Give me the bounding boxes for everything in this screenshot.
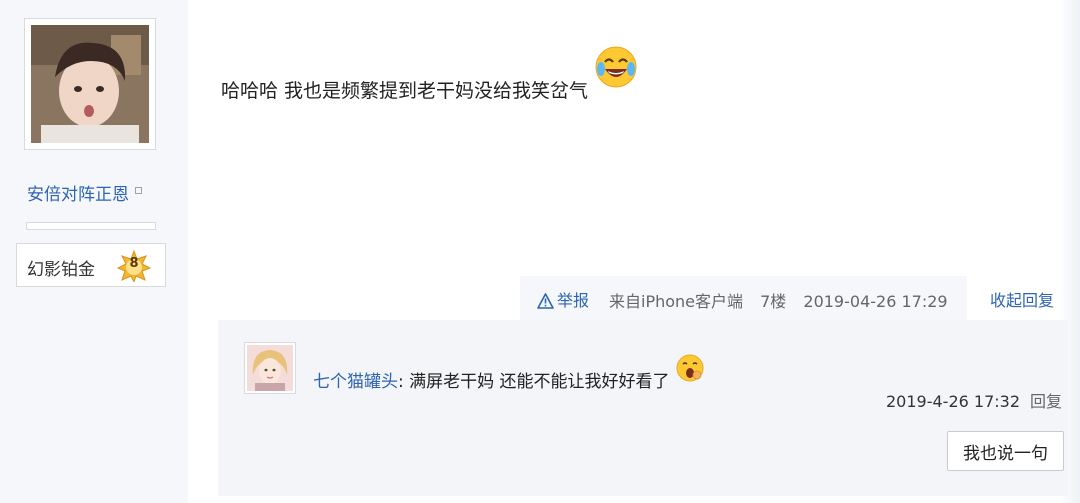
post-datetime: 2019-04-26 17:29 bbox=[803, 292, 948, 311]
rank-box: 幻影铂金 8 bbox=[16, 243, 166, 287]
laugh-tears-emoji-icon bbox=[595, 46, 637, 88]
reply-meta: 2019-4-26 17:32 回复 bbox=[886, 388, 1062, 412]
yawn-emoji-icon bbox=[676, 354, 704, 382]
reply-text: 满屏老干妈 还能不能让我好好看了 bbox=[403, 372, 670, 392]
avatar-photo-icon bbox=[31, 25, 149, 143]
reply-datetime: 2019-4-26 17:32 bbox=[886, 392, 1020, 411]
warning-icon bbox=[537, 293, 554, 309]
author-username-text[interactable]: 安倍对阵正恩 bbox=[27, 185, 129, 205]
rank-level: 8 bbox=[129, 256, 139, 271]
rank-name: 幻影铂金 bbox=[27, 260, 95, 280]
post-meta: 来自iPhone客户端 7楼 2019-04-26 17:29 bbox=[609, 288, 960, 312]
post-content: 哈哈哈 我也是频繁提到老干妈没给我笑岔气 bbox=[221, 45, 638, 103]
reply-avatar-photo-icon bbox=[247, 345, 293, 391]
author-avatar[interactable] bbox=[24, 18, 156, 150]
reply-username[interactable]: 七个猫罐头 bbox=[313, 372, 398, 392]
experience-bar bbox=[26, 222, 156, 230]
post-source: 来自iPhone客户端 bbox=[609, 292, 744, 311]
collapse-replies-button[interactable]: 收起回复 bbox=[990, 287, 1054, 311]
reply-content: 七个猫罐头: 满屏老干妈 还能不能让我好好看了 bbox=[313, 353, 705, 392]
say-something-button[interactable]: 我也说一句 bbox=[947, 431, 1064, 471]
reply-link[interactable]: 回复 bbox=[1030, 392, 1062, 411]
post-floor: 7楼 bbox=[760, 292, 787, 311]
report-label[interactable]: 举报 bbox=[557, 291, 589, 310]
author-username[interactable]: 安倍对阵正恩 bbox=[27, 180, 142, 205]
post-text: 哈哈哈 我也是频繁提到老干妈没给我笑岔气 bbox=[221, 80, 589, 102]
reply-avatar[interactable] bbox=[244, 342, 296, 394]
report-link[interactable]: 举报 bbox=[537, 287, 589, 311]
gender-icon bbox=[135, 187, 142, 194]
